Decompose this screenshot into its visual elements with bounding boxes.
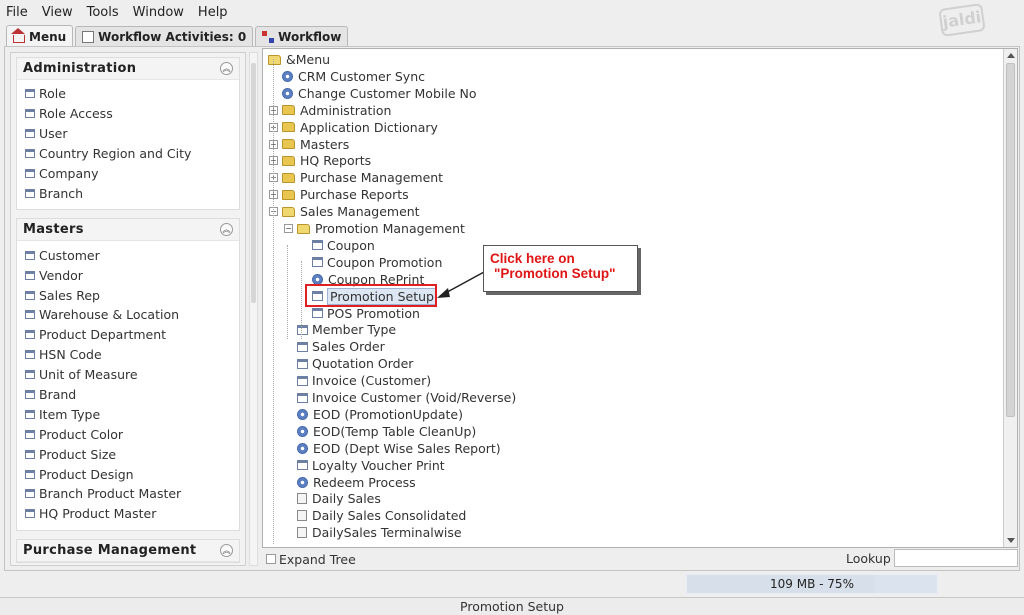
- callout-line-2: "Promotion Setup": [494, 266, 616, 281]
- status-text: Promotion Setup: [460, 599, 564, 614]
- expand-tree-checkbox[interactable]: Expand Tree: [266, 551, 356, 567]
- checkbox-icon[interactable]: [266, 554, 276, 564]
- callout-line-1: Click here on: [490, 251, 575, 266]
- callout-box: Click here on "Promotion Setup": [483, 245, 638, 292]
- lookup-input[interactable]: [894, 549, 1018, 567]
- callout-arrow: [437, 271, 485, 298]
- lookup-label: Lookup: [846, 551, 891, 566]
- memory-text: 109 MB - 75%: [770, 577, 854, 591]
- expand-tree-label: Expand Tree: [279, 551, 356, 567]
- memory-indicator[interactable]: 109 MB - 75%: [686, 574, 938, 594]
- status-bar: Promotion Setup: [0, 597, 1024, 615]
